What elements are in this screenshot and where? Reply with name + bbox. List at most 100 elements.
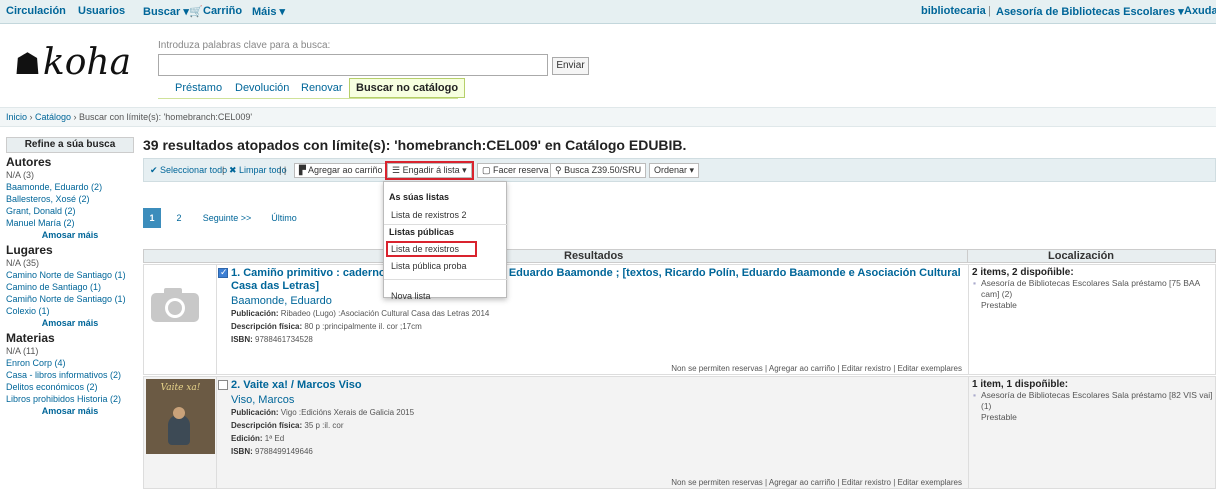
facet-item[interactable]: Casa - libros informativos (2) (6, 369, 134, 381)
nav-mais[interactable]: Máis ▾ (252, 5, 285, 18)
thumbnail-cell: Vaite xa! (144, 377, 217, 488)
facet-item[interactable]: N/A (11) (6, 345, 134, 357)
record-title-link[interactable]: 2. Vaite xa! / Marcos Viso (231, 379, 966, 392)
facet-item[interactable]: Camino de Santiago (1) (6, 281, 134, 293)
row-checkbox[interactable] (218, 267, 228, 278)
add-to-list-button[interactable]: ☰ Engadir á lista ▾ (385, 161, 474, 180)
availability: 1 item, 1 dispoñible: (972, 379, 1069, 390)
menu-item-new-list[interactable]: Nova lista (391, 291, 431, 301)
breadcrumb-inicio[interactable]: Inicio (6, 112, 27, 122)
results-heading: 39 resultados atopados con límite(s): 'h… (143, 137, 687, 153)
facet-lugares-title: Lugares (6, 243, 53, 257)
thumbnail-cell (144, 265, 217, 374)
hold-icon: ▢ (482, 165, 494, 175)
book-cover-image[interactable]: Vaite xa! (146, 379, 215, 454)
facet-item[interactable]: Libros prohibidos Historia (2) (6, 393, 134, 405)
nav-separator: | (988, 5, 991, 17)
facet-materias-title: Materias (6, 331, 55, 345)
result-row: 1. Camiño primitivo : caderno de viaxe =… (143, 264, 1216, 375)
nav-user[interactable]: bibliotecaria (921, 5, 986, 17)
tab-prestamo[interactable]: Préstamo (175, 82, 222, 94)
toolbar-separator: | (222, 165, 225, 175)
holding-status: Prestable (981, 412, 1017, 422)
menu-public-lists-heading: Listas públicas (389, 227, 455, 237)
nav-circulacion[interactable]: Circulación (6, 5, 66, 17)
record-isbn: ISBN: 9788461734528 (231, 335, 313, 344)
search-input[interactable] (158, 54, 548, 76)
cart-icon[interactable]: 🛒 (189, 5, 203, 18)
holding-location[interactable]: Asesoría de Bibliotecas Escolares Sala p… (972, 390, 1214, 412)
menu-item-own-list[interactable]: Lista de rexistros 2 (391, 210, 467, 220)
nav-usuarios[interactable]: Usuarios (78, 5, 125, 17)
col-divider (967, 249, 968, 263)
camera-placeholder-icon (151, 288, 199, 322)
facet-item[interactable]: Ballesteros, Xosé (2) (6, 193, 134, 205)
facet-materias-more[interactable]: Amosar máis (6, 405, 134, 417)
facet-item[interactable]: Delitos económicos (2) (6, 381, 134, 393)
facet-item[interactable]: Camino Norte de Santiago (1) (6, 269, 134, 281)
availability: 2 items, 2 dispoñible: (972, 267, 1074, 278)
record-title-link[interactable]: 1. Camiño primitivo : caderno de viaxe =… (231, 267, 966, 293)
results-table-header: Resultados Localización (143, 249, 1216, 263)
search-icon: ⚲ (555, 165, 565, 175)
facet-item[interactable]: Colexio (1) (6, 305, 134, 317)
page-next[interactable]: Seguinte >> (196, 208, 258, 228)
facets-sidebar: Refine a súa busca Autores N/A (3) Baamo… (6, 137, 134, 417)
menu-item-public-list[interactable]: Lista pública proba (391, 261, 467, 271)
nav-carrinho[interactable]: Carriño (203, 5, 242, 17)
holding-status: Prestable (981, 300, 1017, 310)
koha-logo[interactable]: ☗koha (14, 42, 131, 83)
facet-item[interactable]: Manuel María (2) (6, 217, 134, 229)
facet-item[interactable]: N/A (35) (6, 257, 134, 269)
tab-renovar[interactable]: Renovar (301, 82, 343, 94)
holding-location[interactable]: Asesoría de Bibliotecas Escolares Sala p… (972, 278, 1214, 300)
record-publication: Publicación: Ribadeo (Lugo) :Asociación … (231, 309, 490, 318)
row-checkbox[interactable] (218, 380, 228, 390)
facet-lugares-more[interactable]: Amosar máis (6, 317, 134, 329)
menu-own-lists-heading: As súas listas (389, 192, 450, 202)
facet-item[interactable]: Enron Corp (4) (6, 357, 134, 369)
record-actions[interactable]: Non se permiten reservas | Agregar ao ca… (671, 364, 962, 373)
breadcrumb-catalogo[interactable]: Catálogo (35, 112, 71, 122)
add-to-cart-button[interactable]: ▛ Agregar ao carriño (294, 163, 388, 178)
facet-item[interactable]: Baamonde, Eduardo (2) (6, 181, 134, 193)
page-2[interactable]: 2 (170, 208, 188, 228)
record-physical: Descripción física: 80 p :principalmente… (231, 322, 422, 331)
record-main: 2. Vaite xa! / Marcos Viso Viso, Marcos … (231, 379, 966, 458)
nav-library[interactable]: Asesoría de Bibliotecas Escolares ▾ (996, 5, 1184, 18)
tab-buscar-catalogo[interactable]: Buscar no catálogo (349, 78, 466, 98)
clear-all-link[interactable]: ✖ Limpar todo (229, 165, 287, 176)
place-hold-button[interactable]: ▢ Facer reserva (477, 163, 554, 178)
z3950-search-button[interactable]: ⚲ Busca Z39.50/SRU (550, 163, 647, 178)
cart-icon: ▛ (299, 165, 308, 175)
record-author-link[interactable]: Baamonde, Eduardo (231, 295, 966, 307)
search-tabs-line (158, 98, 458, 99)
record-actions[interactable]: Non se permiten reservas | Agregar ao ca… (671, 478, 962, 487)
select-all-link[interactable]: ✔ Seleccionar todo (150, 165, 227, 176)
menu-divider (384, 279, 508, 280)
facet-autores-more[interactable]: Amosar máis (6, 229, 134, 241)
nav-axuda[interactable]: Axuda (1184, 5, 1216, 17)
results-toolbar: ✔ Seleccionar todo | ✖ Limpar todo | | ▛… (143, 158, 1216, 182)
facet-item[interactable]: Camiño Norte de Santiago (1) (6, 293, 134, 305)
menu-item-public-list[interactable]: Lista de rexistros (386, 241, 477, 257)
record-main: 1. Camiño primitivo : caderno de viaxe =… (231, 267, 966, 346)
top-navbar: Circulación Usuarios Buscar ▾ 🛒 Carriño … (0, 0, 1216, 24)
location-cell: 1 item, 1 dispoñible: Asesoría de Biblio… (968, 377, 1216, 488)
nav-buscar[interactable]: Buscar ▾ (143, 5, 189, 18)
record-author-link[interactable]: Viso, Marcos (231, 394, 966, 406)
page-last[interactable]: Último (264, 208, 304, 228)
tab-devolucion[interactable]: Devolución (235, 82, 289, 94)
record-isbn: ISBN: 9788499149646 (231, 447, 313, 456)
facet-item[interactable]: Grant, Donald (2) (6, 205, 134, 217)
submit-button[interactable]: Enviar (552, 57, 589, 75)
breadcrumb-limit: con límite(s): 'homebranch:CEL009' (109, 112, 253, 122)
page-1[interactable]: 1 (143, 208, 161, 228)
koha-logo-icon: ☗ (14, 47, 41, 82)
col-location: Localización (1048, 250, 1115, 262)
col-results: Resultados (564, 250, 624, 262)
sort-dropdown[interactable]: Ordenar ▾ (649, 163, 700, 178)
record-edition: Edición: 1ª Ed (231, 434, 285, 443)
record-publication: Publicación: Vigo :Edicións Xerais de Ga… (231, 408, 415, 417)
facet-item[interactable]: N/A (3) (6, 169, 134, 181)
